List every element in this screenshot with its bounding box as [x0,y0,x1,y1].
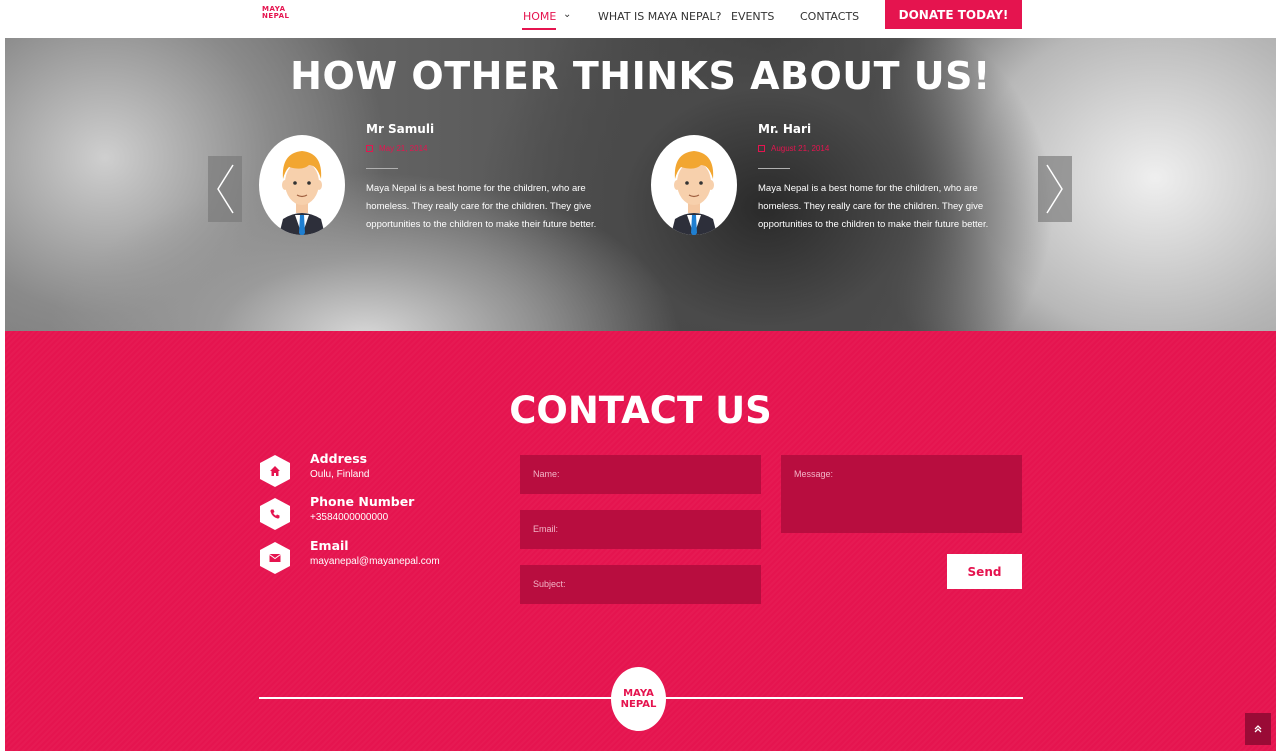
testimonial-author: Mr. Hari [758,122,812,136]
testimonial-date: August 21, 2014 [758,144,829,153]
send-button[interactable]: Send [947,554,1022,589]
site-logo[interactable]: MAYA NEPAL [262,6,290,20]
address-value: Oulu, Finland [310,469,370,480]
testimonial-date-text: May 21, 2014 [379,144,428,153]
footer-logo[interactable]: MAYA NEPAL [611,667,666,731]
testimonials-section: HOW OTHER THINKS ABOUT US! Mr Samuli May… [5,38,1276,331]
navbar: MAYA NEPAL HOME ⌄ WHAT IS MAYA NEPAL? EV… [0,0,1285,38]
address-label: Address [310,451,368,466]
name-input[interactable]: Name: [520,455,761,494]
testimonial-author: Mr Samuli [366,122,435,136]
logo-line-2: NEPAL [262,12,290,20]
envelope-icon [260,542,290,574]
nav-events[interactable]: EVENTS [731,10,774,23]
email-value[interactable]: mayanepal@mayanepal.com [310,556,440,567]
home-icon [260,455,290,487]
message-textarea[interactable]: Message: [781,455,1022,533]
donate-button[interactable]: DONATE TODAY! [885,0,1022,29]
avatar [651,135,737,235]
calendar-icon [758,145,765,152]
testimonial-date-text: August 21, 2014 [771,144,830,153]
contact-section: CONTACT US Address Oulu, Finland Phone N… [5,331,1276,751]
testimonial-date: May 21, 2014 [366,144,427,153]
nav-what-is-maya-nepal[interactable]: WHAT IS MAYA NEPAL? [598,10,721,23]
nav-home-underline [522,28,556,30]
testimonial-text: Maya Nepal is a best home for the childr… [758,183,989,230]
divider [758,168,790,169]
carousel-next-button[interactable] [1038,156,1072,222]
testimonials-title: HOW OTHER THINKS ABOUT US! [290,54,991,98]
subject-input[interactable]: Subject: [520,565,761,604]
chevron-down-icon[interactable]: ⌄ [563,9,571,20]
phone-value: +3584000000000 [310,512,389,523]
phone-label: Phone Number [310,494,415,509]
divider [366,168,398,169]
nav-contacts[interactable]: CONTACTS [800,10,859,23]
nav-home[interactable]: HOME [523,10,556,23]
phone-icon [260,498,290,530]
testimonial-text: Maya Nepal is a best home for the childr… [366,183,597,230]
double-chevron-up-icon [1254,725,1262,733]
scroll-to-top-button[interactable] [1245,713,1271,745]
contact-title: CONTACT US [509,389,772,432]
email-input[interactable]: Email: [520,510,761,549]
calendar-icon [366,145,373,152]
footer-logo-line-1: MAYA [623,688,654,699]
avatar [259,135,345,235]
chevron-right-icon [1046,164,1063,214]
chevron-left-icon [217,164,234,214]
footer-logo-line-2: NEPAL [620,699,657,710]
email-label: Email [310,538,349,553]
carousel-prev-button[interactable] [208,156,242,222]
